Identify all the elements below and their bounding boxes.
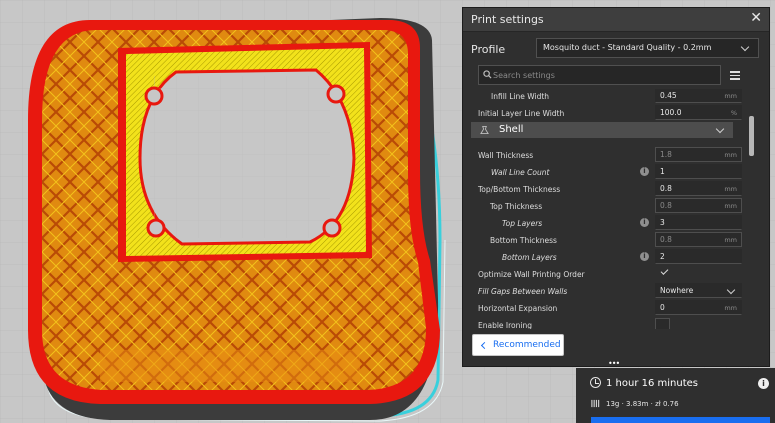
spool-icon	[591, 399, 600, 408]
chevron-down-icon	[740, 42, 750, 52]
recommended-button[interactable]: Recommended	[472, 334, 564, 356]
setting-label: Optimize Wall Printing Order	[478, 270, 585, 279]
setting-label: Horizontal Expansion	[478, 304, 558, 313]
panel-title: Print settings	[471, 13, 544, 26]
settings-scrollbar[interactable]	[749, 116, 754, 156]
print-settings-panel: Print settings ✕ Profile Mosquito duct -…	[462, 7, 770, 367]
info-icon[interactable]: i	[640, 218, 649, 227]
fill-gaps-select[interactable]: Nowhere	[655, 283, 742, 298]
bottom-thickness-field[interactable]: 0.8 mm	[655, 232, 742, 247]
close-icon[interactable]: ✕	[750, 10, 762, 26]
setting-optimize-wall-order: Optimize Wall Printing Order	[471, 266, 747, 283]
shell-label: Shell	[499, 124, 524, 135]
checkbox-checked-icon[interactable]	[660, 267, 669, 275]
top-layers-field[interactable]: 3	[655, 215, 742, 230]
shell-icon	[480, 125, 489, 135]
profile-select[interactable]: Mosquito duct - Standard Quality - 0.2mm	[536, 38, 759, 58]
chevron-down-icon	[726, 285, 736, 295]
setting-wall-thickness: Wall Thickness 1.8 mm	[471, 147, 747, 164]
info-icon[interactable]: i	[640, 167, 649, 176]
setting-label: Infill Line Width	[491, 92, 550, 101]
info-icon[interactable]: i	[758, 378, 769, 389]
setting-fill-gaps: Fill Gaps Between Walls Nowhere	[471, 283, 747, 300]
horizontal-expansion-field[interactable]: 0 mm	[655, 300, 742, 315]
enable-ironing-checkbox[interactable]	[655, 318, 670, 329]
setting-label: Bottom Thickness	[490, 236, 557, 245]
setting-label: Initial Layer Line Width	[478, 109, 565, 118]
setting-label: Wall Thickness	[478, 151, 534, 160]
setting-top-bottom-thickness: Top/Bottom Thickness 0.8 mm	[471, 181, 747, 198]
setting-wall-line-count: Wall Line Count i 1	[471, 164, 747, 181]
setting-label: Bottom Layers	[502, 253, 557, 262]
search-icon	[483, 70, 492, 79]
setting-bottom-thickness: Bottom Thickness 0.8 mm	[471, 232, 747, 249]
setting-infill-line-width: Infill Line Width 0.45 mm	[471, 89, 747, 105]
top-bottom-thickness-field[interactable]: 0.8 mm	[655, 181, 742, 196]
info-icon[interactable]: i	[640, 252, 649, 261]
clock-icon	[590, 377, 601, 388]
setting-label: Wall Line Count	[491, 168, 550, 177]
setting-label: Fill Gaps Between Walls	[478, 287, 568, 296]
search-box[interactable]	[478, 65, 721, 85]
infill-line-width-field[interactable]: 0.45 mm	[655, 89, 742, 103]
setting-bottom-layers: Bottom Layers i 2	[471, 249, 747, 266]
shell-category-header[interactable]: Shell	[471, 122, 733, 138]
panel-resize-handle[interactable]: •••	[608, 359, 620, 368]
profile-label: Profile	[471, 43, 506, 56]
setting-label: Enable Ironing	[478, 321, 533, 329]
print-time: 1 hour 16 minutes	[606, 378, 699, 389]
panel-header: Print settings ✕	[463, 8, 769, 32]
setting-enable-ironing: Enable Ironing	[471, 317, 747, 329]
chevron-down-icon	[715, 124, 725, 134]
menu-icon[interactable]	[730, 71, 740, 82]
setting-label: Top/Bottom Thickness	[478, 185, 561, 194]
material-usage: 13g · 3.83m · zł 0.76	[606, 400, 679, 408]
wall-line-count-field[interactable]: 1	[655, 164, 742, 179]
setting-top-thickness: Top Thickness 0.8 mm	[471, 198, 747, 215]
profile-value: Mosquito duct - Standard Quality - 0.2mm	[543, 43, 712, 52]
save-to-disk-button[interactable]	[591, 417, 770, 423]
print-info-panel: 1 hour 16 minutes i 13g · 3.83m · zł 0.7…	[576, 368, 775, 423]
bottom-layers-field[interactable]: 2	[655, 249, 742, 264]
setting-initial-layer-line-width: Initial Layer Line Width 100.0 %	[471, 105, 747, 122]
setting-label: Top Thickness	[490, 202, 543, 211]
top-thickness-field[interactable]: 0.8 mm	[655, 198, 742, 213]
setting-label: Top Layers	[502, 219, 543, 228]
chevron-left-icon	[480, 341, 489, 350]
initial-layer-line-width-field[interactable]: 100.0 %	[655, 105, 742, 120]
setting-horizontal-expansion: Horizontal Expansion 0 mm	[471, 300, 747, 317]
setting-top-layers: Top Layers i 3	[471, 215, 747, 232]
search-input[interactable]	[493, 68, 713, 82]
wall-thickness-field[interactable]: 1.8 mm	[655, 147, 742, 162]
